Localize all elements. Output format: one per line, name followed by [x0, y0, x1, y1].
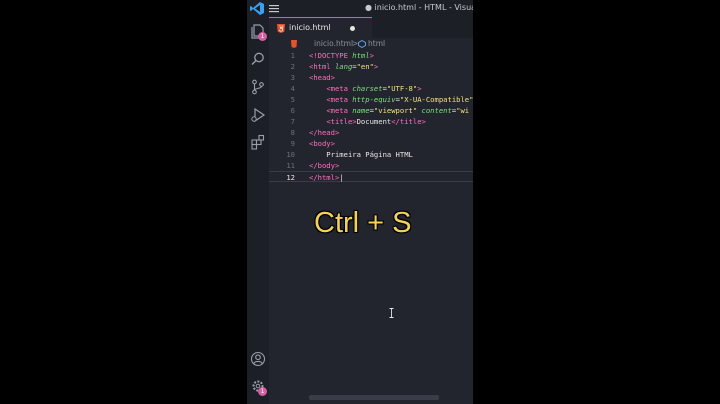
vscode-logo-icon [250, 2, 264, 15]
code-token: Document [356, 117, 392, 126]
extensions-icon[interactable] [250, 134, 266, 150]
code-token: <body> [309, 139, 335, 148]
code-token: <title> [326, 117, 357, 126]
code-line[interactable]: 1 <!DOCTYPE html> [269, 50, 473, 61]
code-text: Primeira Página HTML [309, 149, 413, 160]
code-token: <meta [326, 84, 353, 93]
tab-label: inicio.html [289, 23, 331, 32]
html-file-icon [277, 24, 285, 33]
run-debug-icon[interactable] [250, 107, 266, 123]
code-token: <head> [309, 73, 335, 82]
line-number: 4 [290, 84, 295, 93]
code-line[interactable]: 11 </body> [269, 160, 473, 171]
code-line[interactable]: 5 <meta http-equiv="X-UA-Compatible" [269, 94, 473, 105]
code-token: > [417, 84, 422, 93]
code-line[interactable]: 3 <head> [269, 72, 473, 83]
code-token: </html> [309, 173, 340, 182]
unsaved-dot-icon[interactable] [350, 26, 355, 31]
code-token: http-equiv [352, 95, 396, 104]
window-title: ● inicio.html - HTML - Visual Studio [365, 3, 473, 12]
code-token: "X-UA-Compatible" [399, 95, 473, 104]
code-line[interactable]: 9 <body> [269, 138, 473, 149]
code-text: <html lang="en"> [309, 61, 378, 72]
code-token: <meta [326, 106, 353, 115]
line-number: 8 [290, 128, 295, 137]
code-token: "UTF-8" [386, 84, 418, 93]
hamburger-menu-icon[interactable] [268, 3, 280, 14]
code-text: <head> [309, 72, 335, 83]
code-text: <meta charset="UTF-8"> [309, 83, 422, 94]
text-cursor-icon [389, 308, 394, 318]
code-line[interactable]: 12 </html>| [269, 171, 473, 182]
line-number: 9 [290, 139, 295, 148]
code-text: </head> [309, 127, 339, 138]
code-line[interactable]: 4 <meta charset="UTF-8"> [269, 83, 473, 94]
code-text: </body> [309, 160, 339, 171]
line-number: 11 [286, 161, 295, 170]
search-icon[interactable] [250, 51, 266, 67]
vscode-window: ● inicio.html - HTML - Visual Studio 1 [247, 0, 473, 404]
line-number: 6 [290, 106, 295, 115]
editor-tab-bar: inicio.html [269, 17, 473, 38]
line-number: 2 [290, 62, 295, 71]
html-file-icon [291, 40, 297, 48]
code-token: > [373, 62, 379, 71]
manage-badge: 1 [258, 387, 267, 396]
code-token: <!DOCTYPE [309, 51, 353, 60]
code-line[interactable]: 10 Primeira Página HTML [269, 149, 473, 160]
code-token: content [421, 106, 452, 115]
account-icon[interactable] [250, 351, 266, 367]
breadcrumb: inicio.html > html [269, 38, 473, 50]
code-token: > [369, 51, 374, 60]
code-token: name [352, 106, 370, 115]
line-number: 12 [286, 173, 295, 182]
tab-inicio-html[interactable]: inicio.html [269, 17, 372, 38]
line-number: 3 [290, 73, 295, 82]
keyboard-shortcut-caption: Ctrl + S [314, 207, 412, 239]
line-number: 7 [290, 117, 295, 126]
code-line[interactable]: 8 </head> [269, 127, 473, 138]
element-symbol-icon [358, 40, 366, 48]
code-token: Primeira Página HTML [309, 150, 413, 159]
horizontal-scrollbar[interactable] [309, 395, 439, 400]
code-text: <body> [309, 138, 335, 149]
code-token: "en" [356, 62, 374, 71]
breadcrumb-element[interactable]: html [368, 39, 385, 48]
code-token: charset [352, 84, 383, 93]
code-line[interactable]: 2 <html lang="en"> [269, 61, 473, 72]
code-text: <!DOCTYPE html> [309, 50, 374, 61]
code-token: html [352, 51, 370, 60]
code-token: "wi [456, 106, 470, 115]
breadcrumb-file[interactable]: inicio.html [314, 39, 353, 48]
code-token: </head> [309, 128, 340, 137]
code-token: lang [334, 62, 353, 71]
line-number: 5 [290, 95, 295, 104]
code-token: <html [309, 62, 335, 71]
code-token: | [339, 173, 344, 182]
code-text: <meta http-equiv="X-UA-Compatible" [309, 94, 473, 105]
code-line[interactable]: 7 <title>Document</title> [269, 116, 473, 127]
title-bar: ● inicio.html - HTML - Visual Studio [247, 0, 473, 17]
line-number: 1 [290, 51, 295, 60]
code-line[interactable]: 6 <meta name="viewport" content="wi [269, 105, 473, 116]
code-token: "viewport" [373, 106, 422, 115]
code-text: </html>| [309, 172, 344, 183]
code-token: </title> [391, 117, 426, 126]
activity-bar: 1 1 [247, 17, 269, 404]
explorer-badge: 1 [258, 32, 267, 41]
code-text: <title>Document</title> [309, 116, 426, 127]
code-text: <meta name="viewport" content="wi [309, 105, 469, 116]
code-token: <meta [326, 95, 353, 104]
code-token: </body> [309, 161, 340, 170]
line-number: 10 [286, 150, 295, 159]
source-control-icon[interactable] [250, 79, 266, 95]
